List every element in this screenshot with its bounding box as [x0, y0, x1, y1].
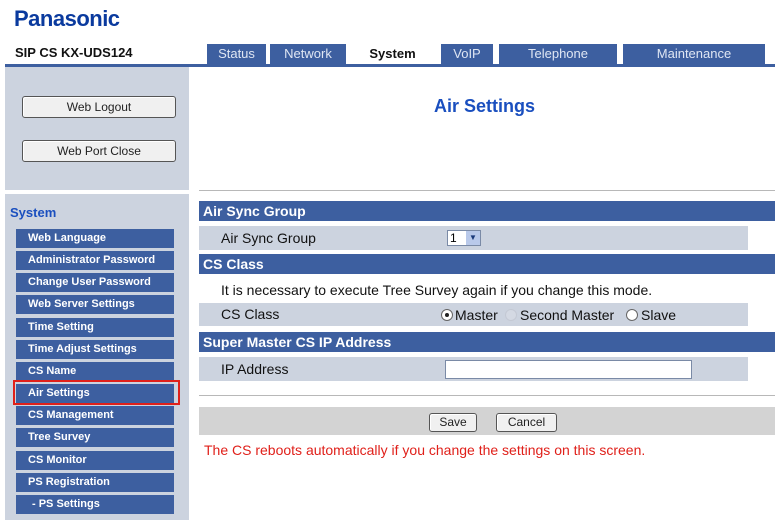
tab-network[interactable]: Network: [270, 44, 346, 64]
action-bar: [199, 407, 775, 435]
web-port-close-button[interactable]: Web Port Close: [22, 140, 176, 162]
air-sync-group-cell: [437, 226, 748, 250]
title-divider: [199, 190, 775, 191]
page-title: Air Settings: [433, 96, 535, 116]
sidebar-item-time-setting[interactable]: Time Setting: [16, 318, 174, 337]
tab-voip[interactable]: VoIP: [441, 44, 493, 64]
sidebar-item-cs-name[interactable]: CS Name: [16, 362, 174, 381]
sidebar-item-time-adjust-settings[interactable]: Time Adjust Settings: [16, 340, 174, 359]
section-header-air-sync-group: Air Sync Group: [199, 201, 775, 221]
section-header-super-master: Super Master CS IP Address: [199, 332, 775, 352]
section-header-cs-class: CS Class: [199, 254, 775, 274]
model-name: SIP CS KX-UDS124: [15, 45, 133, 60]
cs-class-note: It is necessary to execute Tree Survey a…: [221, 282, 653, 298]
air-sync-group-select[interactable]: 1 ▼: [447, 230, 481, 246]
cancel-button[interactable]: Cancel: [496, 413, 557, 432]
sidebar-section-label: System: [10, 205, 57, 220]
air-sync-group-value: 1: [450, 231, 457, 245]
chevron-down-icon[interactable]: ▼: [466, 231, 480, 245]
reboot-warning: The CS reboots automatically if you chan…: [204, 442, 646, 458]
sidebar-top-panel: Web Logout Web Port Close: [5, 67, 189, 190]
radio-second-master-label: Second Master: [520, 307, 615, 323]
sidebar-item-web-language[interactable]: Web Language: [16, 229, 174, 248]
sidebar-item-ps-settings[interactable]: - PS Settings: [16, 495, 174, 514]
selected-item-highlight: [13, 380, 180, 405]
radio-master-label: Master: [455, 307, 498, 323]
sidebar-item-change-user-password[interactable]: Change User Password: [16, 273, 174, 292]
radio-slave-label: Slave: [641, 307, 677, 323]
tab-maintenance[interactable]: Maintenance: [623, 44, 765, 64]
sidebar-item-cs-monitor[interactable]: CS Monitor: [16, 451, 174, 470]
main-tab-bar: Status Network System VoIP Telephone Mai…: [199, 44, 765, 64]
tab-telephone[interactable]: Telephone: [499, 44, 617, 64]
sidebar-item-tree-survey[interactable]: Tree Survey: [16, 428, 174, 447]
tab-status[interactable]: Status: [207, 44, 266, 64]
brand-logo: Panasonic: [14, 6, 120, 31]
sidebar-item-ps-registration[interactable]: PS Registration: [16, 473, 174, 492]
save-button[interactable]: Save: [429, 413, 477, 432]
radio-master[interactable]: [441, 309, 453, 321]
radio-slave[interactable]: [626, 309, 638, 321]
air-sync-group-label: Air Sync Group: [199, 226, 437, 250]
ip-address-label: IP Address: [199, 357, 437, 381]
cs-class-label: CS Class: [199, 303, 437, 326]
sidebar-item-administrator-password[interactable]: Administrator Password: [16, 251, 174, 270]
web-logout-button[interactable]: Web Logout: [22, 96, 176, 118]
tab-system[interactable]: System: [350, 44, 435, 64]
form-divider: [199, 395, 775, 396]
radio-second-master[interactable]: [505, 309, 517, 321]
sidebar-item-cs-management[interactable]: CS Management: [16, 406, 174, 425]
sidebar-item-web-server-settings[interactable]: Web Server Settings: [16, 295, 174, 314]
ip-address-input[interactable]: [445, 360, 692, 379]
